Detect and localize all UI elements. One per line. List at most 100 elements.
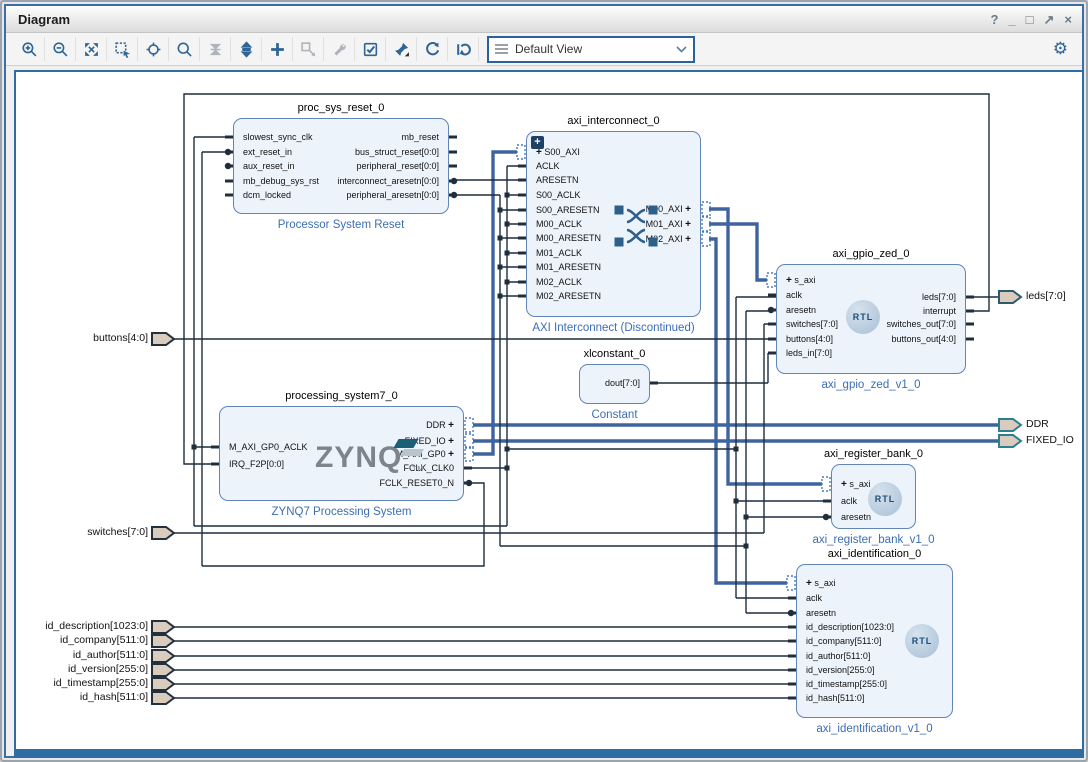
pin-bus_struct_reset[0:0][interactable]: bus_struct_reset[0:0] bbox=[355, 147, 439, 158]
pin-peripheral_reset[0:0][interactable]: peripheral_reset[0:0] bbox=[356, 161, 439, 172]
add-ip-plus-button[interactable] bbox=[262, 37, 293, 61]
expand-block-icon[interactable]: + bbox=[531, 136, 544, 149]
pin-id_company[511:0][interactable]: id_company[511:0] bbox=[806, 636, 881, 647]
pin-IRQ_F2P[0:0][interactable]: IRQ_F2P[0:0] bbox=[229, 459, 284, 470]
pin-s_axi[interactable]: + s_axi bbox=[841, 479, 870, 490]
zoom-out-button[interactable] bbox=[45, 37, 76, 61]
title-bar[interactable]: Diagram ? _ □ ↗ × bbox=[6, 6, 1082, 33]
pin-aclk[interactable]: aclk bbox=[786, 290, 802, 301]
pin-buttons_out[4:0][interactable]: buttons_out[4:0] bbox=[891, 334, 956, 345]
refresh-button[interactable] bbox=[417, 37, 448, 61]
expand-plus-icon[interactable]: + bbox=[448, 449, 454, 460]
view-selector-dropdown[interactable]: Default View bbox=[487, 36, 695, 63]
pin-label: M01_ACLK bbox=[536, 248, 582, 258]
zoom-fit-button[interactable] bbox=[76, 37, 107, 61]
zoom-to-selection-button[interactable] bbox=[107, 37, 138, 61]
pin-label: s_axi bbox=[814, 578, 835, 588]
validate-design-button[interactable] bbox=[355, 37, 386, 61]
block-axi_interconnect_0[interactable]: axi_interconnect_0AXI Interconnect (Disc… bbox=[526, 131, 701, 317]
pin-aclk[interactable]: aclk bbox=[841, 496, 857, 507]
expand-plus-icon[interactable]: + bbox=[448, 420, 454, 431]
expand-plus-icon[interactable]: + bbox=[685, 219, 691, 230]
pin-M_AXI_GP0_ACLK[interactable]: M_AXI_GP0_ACLK bbox=[229, 442, 308, 453]
pin-FCLK_RESET0_N[interactable]: FCLK_RESET0_N bbox=[379, 478, 454, 489]
pin-label: mb_reset bbox=[401, 132, 439, 142]
pin-button[interactable] bbox=[386, 37, 417, 61]
minimize-icon[interactable]: _ bbox=[1008, 13, 1015, 26]
pin-ext_reset_in[interactable]: ext_reset_in bbox=[243, 147, 292, 158]
pin-aux_reset_in[interactable]: aux_reset_in bbox=[243, 161, 295, 172]
pin-interrupt[interactable]: interrupt bbox=[923, 306, 956, 317]
pin-mb_debug_sys_rst[interactable]: mb_debug_sys_rst bbox=[243, 176, 319, 187]
customize-wrench-button[interactable] bbox=[324, 37, 355, 61]
pin-slowest_sync_clk[interactable]: slowest_sync_clk bbox=[243, 132, 313, 143]
expand-plus-icon[interactable]: + bbox=[841, 479, 847, 490]
regenerate-layout-button[interactable] bbox=[448, 37, 479, 61]
pin-aresetn[interactable]: aresetn bbox=[841, 512, 871, 523]
expand-hierarchy-button[interactable] bbox=[231, 37, 262, 61]
pin-label: s_axi bbox=[849, 479, 870, 489]
block-proc_sys_reset_0[interactable]: proc_sys_reset_0Processor System Resetsl… bbox=[233, 118, 449, 214]
pin-M01_ACLK[interactable]: M01_ACLK bbox=[536, 248, 582, 259]
pin-FCLK_CLK0[interactable]: FCLK_CLK0 bbox=[403, 463, 454, 474]
block-subtitle: AXI Interconnect (Discontinued) bbox=[532, 322, 694, 334]
pin-id_hash[511:0][interactable]: id_hash[511:0] bbox=[806, 693, 864, 704]
collapse-hierarchy-button[interactable] bbox=[200, 37, 231, 61]
pin-leds[7:0][interactable]: leds[7:0] bbox=[922, 292, 956, 303]
pin-id_author[511:0][interactable]: id_author[511:0] bbox=[806, 651, 870, 662]
pin-buttons[4:0][interactable]: buttons[4:0] bbox=[786, 334, 833, 345]
pin-M02_ACLK[interactable]: M02_ACLK bbox=[536, 277, 582, 288]
pin-M01_ARESETN[interactable]: M01_ARESETN bbox=[536, 262, 601, 273]
expand-plus-icon[interactable]: + bbox=[685, 204, 691, 215]
pin-mb_reset[interactable]: mb_reset bbox=[401, 132, 439, 143]
block-axi_identification_0[interactable]: axi_identification_0axi_identification_v… bbox=[796, 564, 953, 718]
pin-M00_ACLK[interactable]: M00_ACLK bbox=[536, 219, 582, 230]
expand-hierarchy-icon bbox=[238, 41, 255, 58]
pin-ACLK[interactable]: ACLK bbox=[536, 161, 560, 172]
pin-aresetn[interactable]: aresetn bbox=[806, 608, 836, 619]
make-external-button[interactable] bbox=[293, 37, 324, 61]
pin-label: M00_ARESETN bbox=[536, 233, 601, 243]
pin-dcm_locked[interactable]: dcm_locked bbox=[243, 190, 291, 201]
pin-DDR[interactable]: DDR + bbox=[426, 420, 454, 431]
pin-interconnect_aresetn[0:0][interactable]: interconnect_aresetn[0:0] bbox=[337, 176, 439, 187]
zoom-in-button[interactable] bbox=[14, 37, 45, 61]
help-icon[interactable]: ? bbox=[990, 13, 998, 26]
pin-s_axi[interactable]: + s_axi bbox=[806, 578, 835, 589]
pin-ARESETN[interactable]: ARESETN bbox=[536, 175, 579, 186]
close-icon[interactable]: × bbox=[1064, 13, 1072, 26]
fit-selection-target-button[interactable] bbox=[138, 37, 169, 61]
block-subtitle: axi_register_bank_v1_0 bbox=[812, 534, 934, 546]
block-axi_gpio_zed_0[interactable]: axi_gpio_zed_0axi_gpio_zed_v1_0+ s_axiac… bbox=[776, 264, 966, 374]
block-axi_register_bank_0[interactable]: axi_register_bank_0axi_register_bank_v1_… bbox=[831, 464, 916, 529]
rtl-badge-icon: RTL bbox=[868, 482, 902, 516]
pin-label: ext_reset_in bbox=[243, 147, 292, 157]
expand-plus-icon[interactable]: + bbox=[448, 436, 454, 447]
maximize-icon[interactable]: □ bbox=[1026, 13, 1034, 26]
hamburger-icon bbox=[495, 42, 508, 56]
pin-aresetn[interactable]: aresetn bbox=[786, 305, 816, 316]
pin-s_axi[interactable]: + s_axi bbox=[786, 275, 815, 286]
pin-switches[7:0][interactable]: switches[7:0] bbox=[786, 319, 838, 330]
pin-id_timestamp[255:0][interactable]: id_timestamp[255:0] bbox=[806, 679, 887, 690]
pin-S00_ACLK[interactable]: S00_ACLK bbox=[536, 190, 581, 201]
settings-gear-icon[interactable]: ⚙ bbox=[1053, 39, 1068, 59]
pin-label: leds[7:0] bbox=[922, 292, 956, 302]
pin-leds_in[7:0][interactable]: leds_in[7:0] bbox=[786, 348, 832, 359]
expand-plus-icon[interactable]: + bbox=[806, 578, 812, 589]
pin-M00_ARESETN[interactable]: M00_ARESETN bbox=[536, 233, 601, 244]
pin-switches_out[7:0][interactable]: switches_out[7:0] bbox=[886, 319, 956, 330]
expand-plus-icon[interactable]: + bbox=[786, 275, 792, 286]
block-xlconstant_0[interactable]: xlconstant_0Constantdout[7:0] bbox=[579, 364, 650, 404]
search-button[interactable] bbox=[169, 37, 200, 61]
pin-id_description[1023:0][interactable]: id_description[1023:0] bbox=[806, 622, 894, 633]
pin-dout[7:0][interactable]: dout[7:0] bbox=[605, 378, 640, 389]
float-icon[interactable]: ↗ bbox=[1044, 13, 1055, 26]
block-processing_system7_0[interactable]: processing_system7_0ZYNQ7 Processing Sys… bbox=[219, 406, 464, 501]
pin-S00_ARESETN[interactable]: S00_ARESETN bbox=[536, 205, 600, 216]
pin-M02_ARESETN[interactable]: M02_ARESETN bbox=[536, 291, 601, 302]
pin-id_version[255:0][interactable]: id_version[255:0] bbox=[806, 665, 875, 676]
pin-peripheral_aresetn[0:0][interactable]: peripheral_aresetn[0:0] bbox=[346, 190, 439, 201]
expand-plus-icon[interactable]: + bbox=[685, 234, 691, 245]
pin-aclk[interactable]: aclk bbox=[806, 593, 822, 604]
